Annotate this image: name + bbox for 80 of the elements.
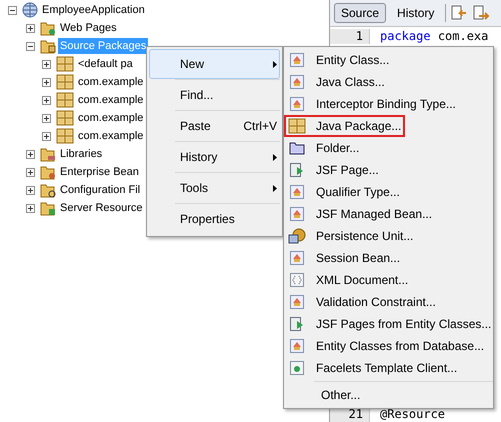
code-line: @Resource [380, 407, 446, 422]
menu-item[interactable]: Folder... [284, 137, 493, 159]
menu-item[interactable]: Java Package... [284, 115, 405, 137]
tree-item[interactable]: Enterprise Bean [58, 164, 141, 180]
package-icon [56, 74, 74, 90]
class-file-icon [289, 96, 305, 112]
class-file-icon [289, 250, 305, 266]
expand-icon[interactable] [42, 96, 51, 104]
package-icon [56, 110, 74, 126]
menu-item[interactable]: JSF Pages from Entity Classes... [284, 313, 493, 335]
expand-icon[interactable] [26, 204, 35, 212]
package-icon [56, 128, 74, 144]
beans-folder-icon [40, 164, 56, 180]
code-line: package com.exa [380, 29, 488, 44]
menu-item[interactable]: Session Bean... [284, 247, 493, 269]
menu-item[interactable]: History [149, 142, 280, 172]
tree-item[interactable]: Web Pages [58, 20, 119, 36]
editor-tab[interactable]: History [390, 3, 442, 23]
class-file-icon [289, 52, 305, 68]
menu-item[interactable]: Entity Classes from Database... [284, 335, 493, 357]
tree-item[interactable]: com.example [76, 110, 146, 126]
database-icon [288, 228, 306, 244]
class-file-icon [289, 206, 305, 222]
web-folder-icon [40, 20, 56, 36]
xml-file-icon [289, 272, 305, 288]
menu-item[interactable]: Find... [149, 80, 280, 110]
tree-item[interactable]: com.example [76, 74, 146, 90]
package-icon [56, 92, 74, 108]
page-icon [289, 316, 305, 332]
package-icon [288, 118, 306, 134]
menu-item[interactable]: Java Class... [284, 71, 493, 93]
menu-item[interactable]: Tools [149, 173, 280, 203]
collapse-icon[interactable] [26, 42, 35, 50]
menu-item[interactable]: Persistence Unit... [284, 225, 493, 247]
menu-item[interactable]: JSF Managed Bean... [284, 203, 493, 225]
source-folder-icon [40, 38, 56, 54]
menu-item[interactable]: Interceptor Binding Type... [284, 93, 493, 115]
class-file-icon [289, 184, 305, 200]
expand-icon[interactable] [26, 186, 35, 194]
package-icon [56, 56, 74, 72]
expand-icon[interactable] [26, 168, 35, 176]
expand-icon[interactable] [42, 132, 51, 140]
tree-item[interactable]: Configuration Fil [58, 182, 142, 198]
line-number: 1 [330, 29, 370, 44]
forward-arrow-icon[interactable] [472, 4, 490, 22]
collapse-icon[interactable] [8, 6, 17, 14]
menu-item[interactable]: XML Document... [284, 269, 493, 291]
editor-tab[interactable]: Source [334, 3, 386, 23]
menu-item[interactable]: Validation Constraint... [284, 291, 493, 313]
expand-icon[interactable] [42, 114, 51, 122]
menu-item[interactable]: Other... [284, 384, 493, 406]
tree-item[interactable]: EmployeeApplication [40, 2, 147, 18]
config-folder-icon [40, 182, 56, 198]
resources-folder-icon [40, 200, 56, 216]
tree-item[interactable]: Libraries [58, 146, 104, 162]
class-file-icon [289, 74, 305, 90]
class-file-icon [289, 294, 305, 310]
shortcut-label: Ctrl+V [243, 118, 277, 135]
menu-item[interactable]: Paste Ctrl+V [149, 111, 280, 141]
class-file-icon [289, 338, 305, 354]
menu-item[interactable]: Qualifier Type... [284, 181, 493, 203]
globe-icon [22, 2, 38, 18]
expand-icon[interactable] [42, 78, 51, 86]
tree-item[interactable]: com.example [76, 128, 146, 144]
folder-icon [289, 141, 305, 155]
back-arrow-icon[interactable] [450, 4, 468, 22]
expand-icon[interactable] [26, 150, 35, 158]
page-icon [289, 162, 305, 178]
template-file-icon [289, 360, 305, 376]
library-folder-icon [40, 146, 56, 162]
menu-item[interactable]: New [149, 49, 280, 79]
menu-item[interactable]: JSF Page... [284, 159, 493, 181]
expand-icon[interactable] [26, 24, 35, 32]
menu-item[interactable]: Entity Class... [284, 49, 493, 71]
tree-item[interactable]: <default pa [76, 56, 135, 72]
expand-icon[interactable] [42, 60, 51, 68]
menu-item[interactable]: Properties [149, 204, 280, 234]
menu-item[interactable]: Facelets Template Client... [284, 357, 493, 379]
tree-item[interactable]: Server Resource [58, 200, 145, 216]
tree-item[interactable]: com.example [76, 92, 146, 108]
